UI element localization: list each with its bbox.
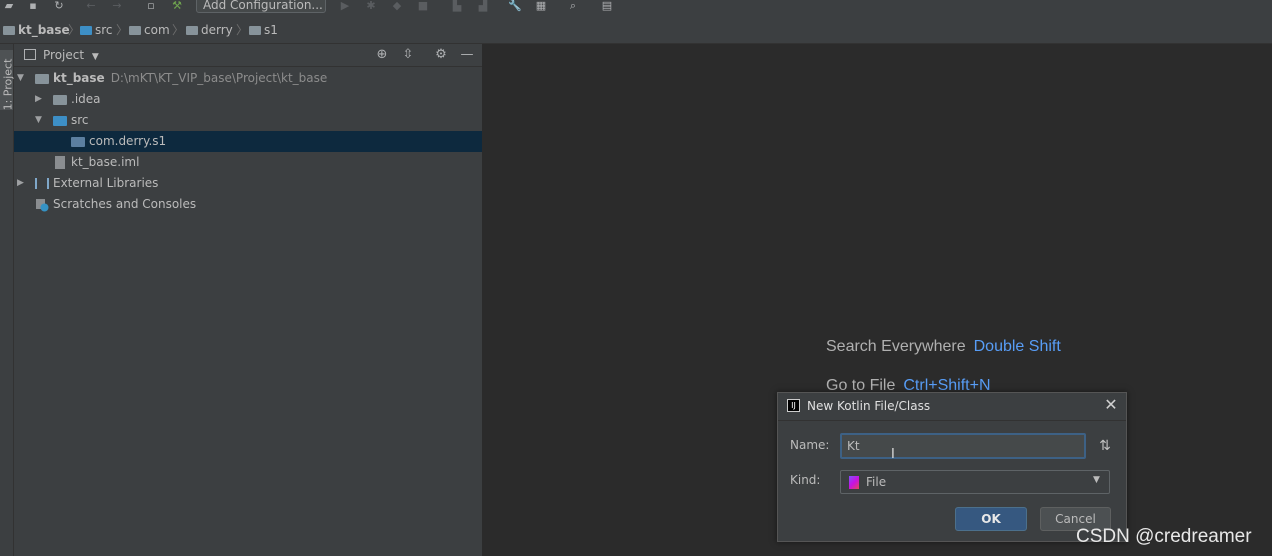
forward-arrow-icon[interactable]: → xyxy=(110,0,124,11)
locate-file-icon[interactable]: ⊕ xyxy=(374,47,390,63)
project-panel-header: Project ▼ ⊕ ⇳ ⚙ — xyxy=(14,44,482,67)
gear-icon[interactable]: ⚙ xyxy=(433,47,449,63)
tree-node-iml[interactable]: kt_base.iml xyxy=(14,152,482,173)
tree-node-label: Scratches and Consoles xyxy=(53,197,197,211)
folder-icon xyxy=(80,26,92,35)
new-kotlin-file-dialog: IJ New Kotlin File/Class ✕ Name: I ⇅ Kin… xyxy=(777,392,1127,542)
dialog-titlebar[interactable]: IJ New Kotlin File/Class ✕ xyxy=(778,393,1126,421)
project-tool-tab-label: 1: Project xyxy=(1,58,15,111)
vcs-icon[interactable]: ▤ xyxy=(600,0,614,11)
root-name: kt_base xyxy=(53,71,105,85)
tree-node-label: .idea xyxy=(71,92,101,106)
expanded-arrow-icon[interactable]: ▼ xyxy=(35,110,45,131)
add-configuration-button[interactable]: Add Configuration... xyxy=(196,0,326,13)
chevron-down-icon: ▼ xyxy=(1093,475,1100,485)
tree-node-label: kt_base.iml xyxy=(71,155,140,169)
hint-search-everywhere: Search Everywhere Double Shift xyxy=(826,338,1061,356)
run-coverage-icon[interactable]: ◆ xyxy=(390,0,404,11)
project-view-icon xyxy=(24,49,36,60)
breadcrumb-label: com xyxy=(144,23,170,37)
breadcrumb-separator: 〉 xyxy=(116,23,129,37)
build-hammer-icon[interactable]: ⚒ xyxy=(170,0,184,11)
breadcrumb-item-derry[interactable]: derry xyxy=(186,22,233,38)
tree-node-label: src xyxy=(71,113,89,127)
main-toolbar: ▰ ▪ ↻ ← → ▫ ⚒ Add Configuration... ▶ ✱ ◆… xyxy=(0,0,1272,16)
collapsed-arrow-icon[interactable]: ▶ xyxy=(17,173,27,194)
tree-node-src[interactable]: ▼ src xyxy=(14,110,482,131)
minimize-icon[interactable]: — xyxy=(459,47,475,63)
breadcrumb-label: src xyxy=(95,23,113,37)
text-cursor-icon: I xyxy=(891,447,895,462)
settings-wrench-icon[interactable]: 🔧 xyxy=(508,0,522,11)
tree-node-root[interactable]: ▼ kt_base D:\mKT\KT_VIP_base\Project\kt_b… xyxy=(14,68,482,89)
open-folder-icon[interactable]: ▰ xyxy=(2,0,16,11)
project-structure-icon[interactable]: ▦ xyxy=(534,0,548,11)
breadcrumb-item-com[interactable]: com xyxy=(129,22,170,38)
breadcrumb-label: kt_base xyxy=(18,23,70,37)
tree-node-external-libraries[interactable]: ▶ External Libraries xyxy=(14,173,482,194)
library-icon xyxy=(35,178,49,189)
stop-icon[interactable]: ■ xyxy=(416,0,430,11)
back-arrow-icon[interactable]: ← xyxy=(84,0,98,11)
close-icon[interactable]: ✕ xyxy=(1102,396,1120,414)
profiler-icon[interactable]: ▟ xyxy=(476,0,490,11)
debug-icon[interactable]: ✱ xyxy=(364,0,378,11)
project-tool-tab[interactable]: 1: Project xyxy=(0,50,15,110)
breadcrumb-separator: 〉 xyxy=(236,23,249,37)
tree-node-label: External Libraries xyxy=(53,176,159,190)
package-icon xyxy=(249,26,261,35)
project-view-label: Project xyxy=(43,48,85,62)
module-folder-icon xyxy=(35,74,49,84)
name-label: Name: xyxy=(790,438,830,452)
folder-icon xyxy=(53,95,67,105)
folder-icon xyxy=(129,26,141,35)
kind-dropdown[interactable]: File ▼ xyxy=(840,470,1110,494)
search-icon[interactable]: ⌕ xyxy=(566,0,580,11)
chevron-down-icon: ▼ xyxy=(91,52,99,62)
folder-icon xyxy=(3,26,15,35)
tree-node-package[interactable]: com.derry.s1 xyxy=(14,131,482,152)
sort-arrows-icon[interactable]: ⇅ xyxy=(1096,437,1114,455)
breadcrumb-separator: 〉 xyxy=(68,23,81,37)
expanded-arrow-icon[interactable]: ▼ xyxy=(17,68,27,89)
select-target-icon[interactable]: ▫ xyxy=(144,0,158,11)
ok-button[interactable]: OK xyxy=(955,507,1027,531)
scratches-icon xyxy=(36,199,49,212)
breadcrumb-label: s1 xyxy=(264,23,278,37)
root-path: D:\mKT\KT_VIP_base\Project\kt_base xyxy=(110,71,328,85)
hint-shortcut: Double Shift xyxy=(973,338,1061,355)
collapsed-arrow-icon[interactable]: ▶ xyxy=(35,89,45,110)
kind-selected-value: File xyxy=(866,475,887,489)
source-folder-icon xyxy=(53,116,67,126)
project-tool-window: Project ▼ ⊕ ⇳ ⚙ — ▼ kt_base D:\mKT\KT_VIP… xyxy=(14,44,483,556)
intellij-logo-icon: IJ xyxy=(787,399,800,412)
module-file-icon xyxy=(55,156,65,169)
watermark-text: CSDN @credreamer xyxy=(1076,526,1252,547)
sync-icon[interactable]: ↻ xyxy=(52,0,66,11)
name-input[interactable] xyxy=(840,433,1086,459)
breadcrumb-item-kt-base[interactable]: kt_base xyxy=(3,22,70,38)
tree-node-scratches[interactable]: Scratches and Consoles xyxy=(14,194,482,215)
hint-label: Search Everywhere xyxy=(826,338,966,355)
tree-node-idea[interactable]: ▶ .idea xyxy=(14,89,482,110)
tree-node-label: com.derry.s1 xyxy=(89,134,167,148)
collapse-all-icon[interactable]: ⇳ xyxy=(400,47,416,63)
run-icon[interactable]: ▶ xyxy=(338,0,352,11)
attach-debugger-icon[interactable]: ▙ xyxy=(450,0,464,11)
tree-node-label: kt_base D:\mKT\KT_VIP_base\Project\kt_bas… xyxy=(53,68,327,89)
save-icon[interactable]: ▪ xyxy=(26,0,40,11)
breadcrumb-separator: 〉 xyxy=(172,23,185,37)
kind-label: Kind: xyxy=(790,473,821,487)
breadcrumb-item-s1[interactable]: s1 xyxy=(249,22,278,38)
left-tool-stripe: 1: Project xyxy=(0,44,15,556)
breadcrumb-item-src[interactable]: src xyxy=(80,22,113,38)
breadcrumb-label: derry xyxy=(201,23,233,37)
package-icon xyxy=(71,137,85,147)
project-view-selector[interactable]: Project ▼ xyxy=(43,48,99,62)
dialog-title: New Kotlin File/Class xyxy=(807,399,931,413)
navigation-breadcrumb: kt_base 〉 src 〉 com 〉 derry 〉 s1 xyxy=(0,16,1272,44)
kotlin-file-icon xyxy=(849,476,859,489)
folder-icon xyxy=(186,26,198,35)
